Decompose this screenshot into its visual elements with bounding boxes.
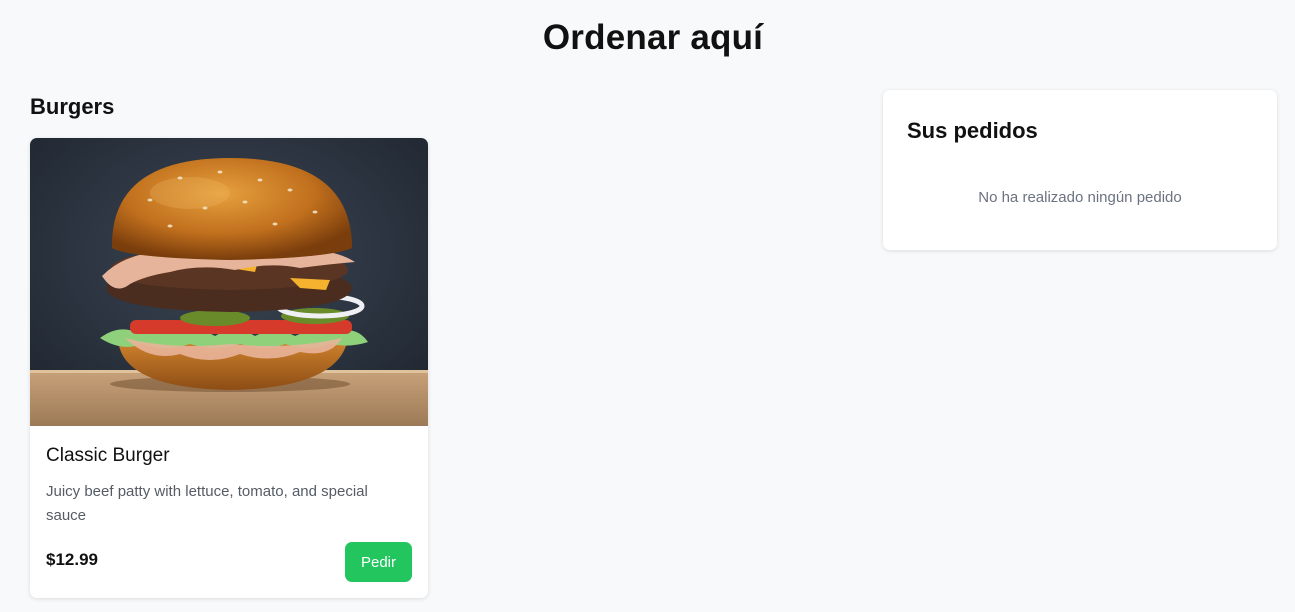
category-title: Burgers [30, 94, 115, 119]
product-name: Classic Burger [46, 445, 170, 466]
product-price: $12.99 [46, 550, 98, 569]
product-card: Classic Burger Juicy beef patty with let… [30, 138, 428, 598]
page-title: Ordenar aquí [542, 18, 764, 57]
product-description: Juicy beef patty with lettuce, tomato, a… [46, 483, 368, 524]
orders-empty-message: No ha realizado ningún pedido [978, 189, 1182, 206]
burger-image [30, 138, 428, 426]
orders-panel: Sus pedidos No ha realizado ningún pedid… [883, 90, 1277, 250]
order-button[interactable]: Pedir [345, 542, 412, 582]
orders-title: Sus pedidos [907, 118, 1038, 143]
